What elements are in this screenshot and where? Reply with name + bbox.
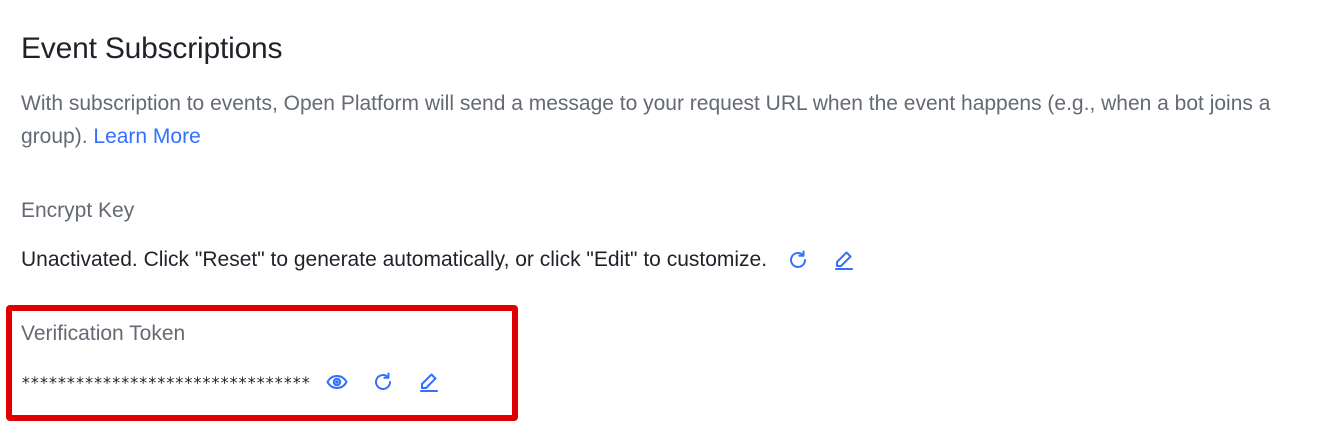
encrypt-key-value: Unactivated. Click "Reset" to generate a…	[21, 248, 768, 271]
event-subscriptions-panel: Event Subscriptions With subscription to…	[0, 0, 1332, 423]
verification-token-row: ********************************	[21, 366, 442, 398]
verification-token-edit-icon[interactable]	[416, 369, 442, 395]
verification-token-label: Verification Token	[21, 322, 186, 345]
verification-token-reset-icon[interactable]	[370, 369, 396, 395]
encrypt-key-label: Encrypt Key	[21, 199, 135, 222]
verification-token-show-icon[interactable]	[324, 369, 350, 395]
section-description: With subscription to events, Open Platfo…	[21, 87, 1311, 153]
learn-more-link[interactable]: Learn More	[93, 125, 200, 148]
encrypt-key-edit-icon[interactable]	[831, 247, 857, 273]
description-text: With subscription to events, Open Platfo…	[21, 92, 1271, 148]
section-title: Event Subscriptions	[21, 32, 283, 65]
verification-token-value: ********************************	[21, 372, 311, 392]
encrypt-key-reset-icon[interactable]	[785, 247, 811, 273]
encrypt-key-row: Unactivated. Click "Reset" to generate a…	[21, 244, 857, 276]
